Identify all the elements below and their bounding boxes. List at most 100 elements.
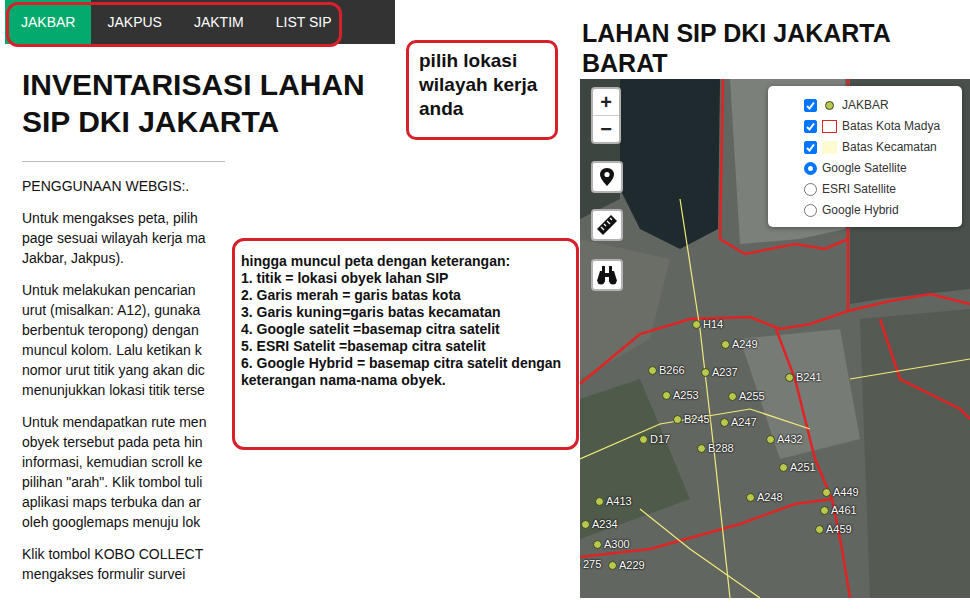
legend-callout: hingga muncul peta dengan keterangan: 1.… [232,238,579,450]
point-label: A461 [831,504,857,516]
page: JAKBARJAKPUSJAKTIMLIST SIP INVENTARISASI… [0,0,970,616]
search-button[interactable] [591,259,623,291]
text-line: pilihan "arah". Klik tombol tuli [22,472,230,492]
sip-point[interactable]: A459 [815,523,852,535]
radio-button[interactable] [804,204,817,217]
point-dot-icon [720,418,729,427]
sip-point[interactable]: A413 [595,495,632,507]
checkbox[interactable] [804,120,817,133]
legend-item: 5. ESRI Satelit =basemap citra satelit [241,338,570,355]
paragraph: Untuk mendapatkan rute menobyek tersebut… [22,412,230,532]
text-line: PENGGUNAAN WEBGIS:. [22,176,230,196]
sip-point[interactable]: B241 [785,371,822,383]
paragraph: Klik tombol KOBO COLLECTmengakses formul… [22,544,230,584]
nav-highlight [6,2,342,47]
point-label: A249 [732,338,758,350]
point-dot-icon [721,340,730,349]
layer-item[interactable]: ESRI Satellite [804,180,954,198]
layer-item[interactable]: JAKBAR [804,96,954,114]
radio-button[interactable] [804,162,817,175]
sip-point[interactable]: B288 [697,442,734,454]
point-dot-icon [701,368,710,377]
map[interactable]: H14 A249 B266 A237 B241 A253 A255 B245 A… [580,79,970,598]
point-dot-icon [785,373,794,382]
text-line: urut (misalkan: A12), gunaka [22,300,230,320]
point-dot-icon [673,415,682,424]
layer-item[interactable]: Google Hybrid [804,201,954,219]
paragraph: Untuk melakukan pencarianurut (misalkan:… [22,280,230,400]
sip-point[interactable]: A300 [593,538,630,550]
map-panel: LAHAN SIP DKI JAKARTA BARAT H14 A249 B26… [580,0,970,616]
paragraph: Untuk mengakses peta, pilihpage sesuai w… [22,208,230,268]
measure-button[interactable] [591,209,623,241]
point-label: A255 [739,390,765,402]
sip-point[interactable]: 275 [580,558,601,570]
layer-control: JAKBAR Batas Kota Madya Batas Kecamatan … [768,86,962,227]
checkbox[interactable] [804,99,817,112]
zoom-in-button[interactable]: + [593,89,619,115]
zoom-out-button[interactable]: − [593,115,619,142]
check-icon [805,142,816,153]
sip-point[interactable]: A249 [721,338,758,350]
sip-point[interactable]: A248 [746,491,783,503]
point-dot-icon [662,391,671,400]
layer-label: ESRI Satellite [822,180,896,198]
sip-point[interactable]: A255 [728,390,765,402]
point-dot-icon [639,435,648,444]
nav-tab[interactable]: LIST SIP [260,0,348,44]
text-line: nomor urut titik yang akan dic [22,360,230,380]
layer-label: Batas Kota Madya [842,117,940,135]
layer-item[interactable]: Batas Kota Madya [804,117,954,135]
point-dot-icon [815,525,824,534]
sip-point[interactable]: A449 [822,486,859,498]
point-dot-icon [581,520,590,529]
sip-point[interactable]: A229 [608,559,645,571]
checkbox[interactable] [804,141,817,154]
sip-point[interactable]: A253 [662,389,699,401]
layer-item[interactable]: Google Satellite [804,159,954,177]
point-label: B288 [708,442,734,454]
point-dot-icon [595,497,604,506]
radio-button[interactable] [804,183,817,196]
point-label: A237 [712,366,738,378]
nav-tab[interactable]: JAKPUS [91,0,177,44]
text-line: muncul kolom. Lalu ketikan k [22,340,230,360]
sip-point[interactable]: A237 [701,366,738,378]
text-line: Untuk mengakses peta, pilih [22,208,230,228]
layer-label: Google Hybrid [822,201,899,219]
sip-point[interactable]: H14 [692,318,723,330]
sip-point[interactable]: B266 [648,364,685,376]
sip-point[interactable]: A461 [820,504,857,516]
nav-tab[interactable]: JAKBAR [5,0,91,44]
text-line: menunjukkan lokasi titik terse [22,380,230,400]
legend-item: 6. Google Hybrid = basemap citra satelit… [241,355,570,389]
point-label: D17 [650,433,670,445]
point-label: H14 [703,318,723,330]
locate-button[interactable] [591,161,623,193]
binoculars-icon [596,265,618,285]
point-label: A247 [731,416,757,428]
sip-point[interactable]: A251 [779,461,816,473]
layer-label: Batas Kecamatan [842,138,937,156]
text-line: informasi, kemudian scroll ke [22,452,230,472]
sip-point[interactable]: A247 [720,416,757,428]
layer-item[interactable]: Batas Kecamatan [804,138,954,156]
point-dot-icon [820,506,829,515]
sip-point[interactable]: B245 [673,413,710,425]
point-label: B245 [684,413,710,425]
text-line: berbentuk teropong) dengan [22,320,230,340]
nav-tab[interactable]: JAKTIM [178,0,260,44]
sip-point[interactable]: A432 [766,433,803,445]
sip-point[interactable]: A234 [581,518,618,530]
point-dot-icon [593,540,602,549]
legend-item: 3. Garis kuning=garis batas kecamatan [241,304,570,321]
legend-item: 2. Garis merah = garis batas kota [241,287,570,304]
point-label: A234 [592,518,618,530]
legend-item: 1. titik = lokasi obyek lahan SIP [241,270,570,287]
sip-point[interactable]: D17 [639,433,670,445]
point-dot-icon [648,366,657,375]
text-line: Klik tombol KOBO COLLECT [22,544,230,564]
text-line: mengakses formulir survei [22,564,230,584]
point-label: B241 [796,371,822,383]
text-line: aplikasi maps terbuka dan ar [22,492,230,512]
